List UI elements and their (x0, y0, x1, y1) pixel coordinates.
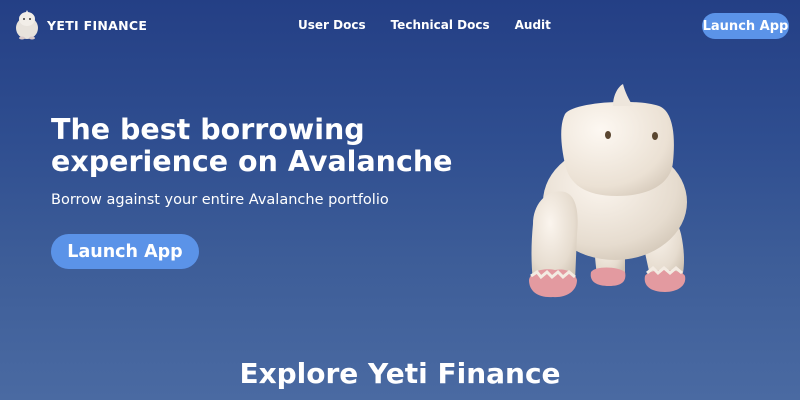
top-navigation: YETI FINANCE User Docs Technical Docs Au… (0, 0, 800, 52)
yeti-logo-icon (16, 10, 38, 40)
explore-heading: Explore Yeti Finance (239, 357, 561, 390)
brand-logo[interactable]: YETI FINANCE (14, 10, 147, 40)
hero-title: The best borrowing experience on Avalanc… (51, 113, 453, 178)
nav-links: User Docs Technical Docs Audit (298, 18, 551, 32)
brand-name: YETI FINANCE (47, 17, 148, 33)
yeti-mascot-illustration (529, 84, 687, 298)
nav-launch-app-button[interactable]: Launch App (702, 13, 789, 39)
nav-link-user-docs[interactable]: User Docs (298, 18, 366, 32)
hero-launch-app-button[interactable]: Launch App (51, 234, 199, 269)
nav-link-technical-docs[interactable]: Technical Docs (391, 18, 490, 32)
hero-subtitle: Borrow against your entire Avalanche por… (51, 192, 389, 208)
nav-link-audit[interactable]: Audit (515, 18, 551, 32)
